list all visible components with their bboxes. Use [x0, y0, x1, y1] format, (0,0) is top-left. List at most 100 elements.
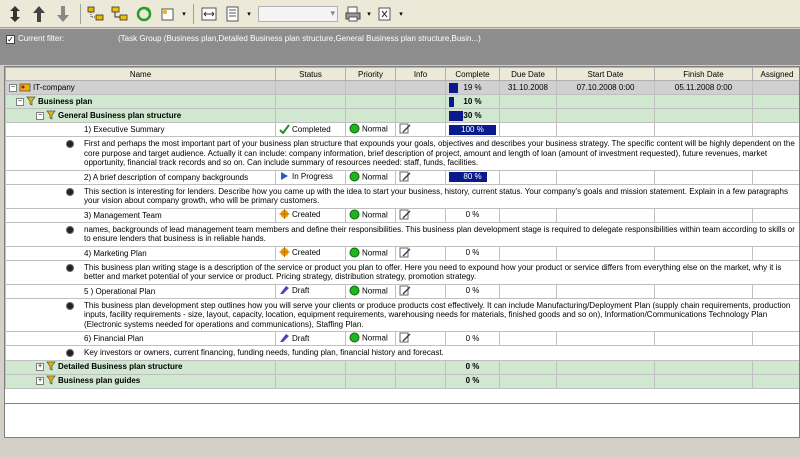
task-description-row: This business plan development step outl…: [5, 297, 799, 332]
group-name: Business plan: [38, 96, 93, 106]
task-name[interactable]: 6) Financial Plan: [84, 334, 144, 343]
table-row[interactable]: 5 ) Operational Plan Draft Normal 0 %: [5, 283, 799, 299]
task-description: First and perhaps the most important par…: [84, 139, 795, 167]
table-row[interactable]: 2) A brief description of company backgr…: [5, 169, 799, 185]
filter-value[interactable]: (Task Group (Business plan,Detailed Busi…: [118, 34, 481, 43]
task-status: Draft: [292, 286, 310, 296]
filter-funnel-icon: [46, 361, 56, 373]
info-note-icon[interactable]: [399, 332, 411, 345]
new-task-dropdown-icon[interactable]: ▾: [181, 3, 187, 25]
print-dropdown-icon[interactable]: ▾: [366, 3, 372, 25]
task-progress: 80 %: [449, 171, 496, 183]
description-bullet-icon: [66, 140, 74, 148]
collapse-icon[interactable]: −: [9, 83, 17, 92]
move-up-icon[interactable]: [28, 3, 50, 25]
move-down-icon[interactable]: [52, 3, 74, 25]
table-row-group-detailed[interactable]: + Detailed Business plan structure 0 %: [5, 359, 799, 375]
fit-width-icon[interactable]: [198, 3, 220, 25]
table-row-company[interactable]: − IT-company 19 % 31.10.2008 07.10.2008 0…: [5, 80, 799, 95]
status-area: [0, 438, 800, 457]
task-status: Completed: [292, 124, 331, 134]
table-row[interactable]: 4) Marketing Plan Created Normal 0 %: [5, 245, 799, 261]
expand-icon[interactable]: +: [36, 363, 44, 371]
column-header-complete[interactable]: Complete: [445, 67, 500, 81]
table-row-group-guides[interactable]: + Business plan guides 0 %: [5, 373, 799, 389]
task-priority: Normal: [362, 286, 388, 296]
column-header-assigned[interactable]: Assigned: [752, 67, 799, 81]
task-name[interactable]: 5 ) Operational Plan: [84, 287, 155, 296]
company-start-date: 07.10.2008 0:00: [556, 80, 655, 95]
description-bullet-icon: [66, 187, 74, 196]
company-icon: [19, 82, 31, 94]
group-progress: 0 %: [465, 362, 480, 371]
draft-pencil-icon: [279, 285, 290, 297]
group-progress: 10 %: [449, 96, 496, 108]
info-note-icon[interactable]: [399, 247, 411, 259]
task-progress: 0 %: [465, 248, 480, 257]
subtask-icon[interactable]: [109, 3, 131, 25]
table-row[interactable]: 1) Executive Summary Completed Normal 100 %: [5, 122, 799, 137]
task-description: This business plan writing stage is a de…: [84, 262, 782, 282]
view-combo[interactable]: [258, 5, 338, 22]
company-finish-date: 05.11.2008 0:00: [654, 80, 753, 95]
export-icon[interactable]: [374, 3, 396, 25]
column-header-priority[interactable]: Priority: [345, 67, 396, 81]
table-row[interactable]: 3) Management Team Created Normal 0 %: [5, 207, 799, 223]
task-name[interactable]: 3) Management Team: [84, 211, 162, 220]
group-name: Business plan guides: [58, 376, 141, 386]
in-progress-arrow-icon: [279, 171, 290, 183]
priority-normal-icon: [349, 247, 360, 259]
collapse-icon[interactable]: −: [16, 97, 24, 106]
column-header-info[interactable]: Info: [395, 67, 446, 81]
info-note-icon[interactable]: [399, 123, 411, 136]
task-name[interactable]: 4) Marketing Plan: [84, 249, 147, 258]
columns-dropdown-icon[interactable]: ▾: [246, 3, 252, 25]
column-header-finish-date[interactable]: Finish Date: [654, 67, 753, 81]
info-note-icon[interactable]: [399, 285, 411, 297]
company-name: IT-company: [33, 82, 75, 92]
columns-icon[interactable]: [222, 3, 244, 25]
filter-label: Current filter:: [18, 34, 65, 43]
column-header-status[interactable]: Status: [275, 67, 346, 81]
task-priority: Normal: [362, 210, 388, 220]
table-row-group-business-plan[interactable]: − Business plan 10 %: [5, 94, 799, 109]
info-note-icon[interactable]: [399, 171, 411, 183]
refresh-icon[interactable]: [133, 3, 155, 25]
export-dropdown-icon[interactable]: ▾: [398, 3, 404, 25]
table-row[interactable]: 6) Financial Plan Draft Normal 0 %: [5, 331, 799, 346]
task-priority: Normal: [362, 172, 388, 182]
new-task-icon[interactable]: [157, 3, 179, 25]
task-priority: Normal: [362, 333, 388, 343]
filter-bar: ✓ Current filter: (Task Group (Business …: [0, 29, 800, 65]
group-name: Detailed Business plan structure: [58, 362, 183, 372]
task-progress: 0 %: [465, 286, 480, 295]
task-description-row: names, backgrounds of lead management te…: [5, 221, 799, 247]
task-name[interactable]: 2) A brief description of company backgr…: [84, 173, 248, 182]
filter-checkbox[interactable]: ✓: [6, 35, 15, 44]
table-row-group-general[interactable]: − General Business plan structure 30 %: [5, 108, 799, 123]
collapse-icon[interactable]: −: [36, 111, 44, 120]
group-tasks-icon[interactable]: [85, 3, 107, 25]
task-description-row: This business plan writing stage is a de…: [5, 259, 799, 285]
task-name[interactable]: 1) Executive Summary: [84, 125, 164, 134]
column-header-start-date[interactable]: Start Date: [556, 67, 655, 81]
task-table: Name Status Priority Info Complete Due D…: [5, 67, 799, 389]
column-header-due-date[interactable]: Due Date: [499, 67, 557, 81]
expand-icon[interactable]: +: [36, 377, 44, 385]
task-description: names, backgrounds of lead management te…: [84, 224, 795, 244]
column-header-name[interactable]: Name: [5, 67, 276, 81]
info-note-icon[interactable]: [399, 209, 411, 221]
task-description-row: This section is interesting for lenders.…: [5, 183, 799, 209]
column-header-row: Name Status Priority Info Complete Due D…: [5, 67, 799, 81]
task-status: Created: [292, 248, 321, 258]
task-description-row: First and perhaps the most important par…: [5, 136, 799, 171]
filter-funnel-icon: [46, 375, 56, 387]
task-description: This business plan development step outl…: [84, 300, 791, 329]
task-priority: Normal: [362, 124, 388, 134]
task-progress: 0 %: [465, 210, 480, 219]
sort-icon[interactable]: [4, 3, 26, 25]
description-bullet-icon: [66, 301, 74, 310]
task-description: This section is interesting for lenders.…: [84, 186, 788, 206]
print-icon[interactable]: [342, 3, 364, 25]
priority-normal-icon: [349, 209, 360, 221]
